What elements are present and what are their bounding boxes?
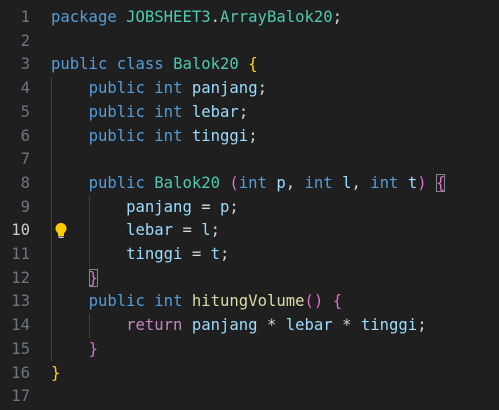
code-text: public int panjang; — [88, 79, 267, 98]
line-number: 13 — [11, 292, 30, 311]
line-number: 2 — [20, 31, 30, 50]
code-line[interactable]: 16} — [0, 362, 499, 386]
indent-guide — [88, 314, 90, 338]
code-line[interactable]: 11 tinggi = t; — [0, 243, 499, 267]
code-line[interactable]: 7 — [0, 148, 499, 172]
code-text: } — [88, 268, 98, 287]
code-line[interactable]: 3 public class Balok20 { — [0, 53, 499, 77]
indent-guide — [51, 77, 52, 362]
line-number: 16 — [11, 363, 30, 382]
code-text: package JOBSHEET3.ArrayBalok20; — [51, 8, 343, 26]
line-number: 11 — [11, 245, 30, 263]
code-text: } — [88, 339, 98, 358]
code-line[interactable]: 8 public Balok20 (int p, int l, int t) { — [0, 172, 499, 196]
line-number: 12 — [11, 268, 30, 287]
code-line[interactable]: 1 package JOBSHEET3.ArrayBalok20; — [0, 6, 499, 30]
code-line[interactable]: 10 lebar = l; — [0, 219, 499, 243]
code-text: public int lebar; — [88, 102, 249, 121]
lightbulb-icon[interactable] — [54, 222, 68, 240]
line-number: 17 — [11, 387, 30, 406]
code-line[interactable]: 12 } — [0, 267, 499, 291]
code-line[interactable]: 6 public int tinggi; — [0, 125, 499, 149]
line-number: 6 — [20, 126, 30, 145]
code-text: public Balok20 (int p, int l, int t) { — [88, 173, 446, 192]
code-line[interactable]: 17 — [0, 385, 499, 409]
line-number: 5 — [20, 102, 30, 121]
code-text: return panjang * lebar * tinggi; — [126, 316, 427, 335]
line-number: 1 — [20, 8, 30, 26]
code-text: lebar = l; — [126, 221, 221, 240]
code-line[interactable]: 9 panjang = p; — [0, 196, 499, 220]
line-number: 7 — [20, 150, 30, 169]
line-number: 3 — [20, 55, 30, 74]
indent-guide — [88, 195, 90, 267]
code-line[interactable]: 14 return panjang * lebar * tinggi; — [0, 314, 499, 338]
code-text: } — [51, 363, 61, 382]
code-text: public int tinggi; — [88, 126, 258, 145]
code-text: public int hitungVolume() { — [88, 292, 343, 311]
line-number: 10 — [11, 221, 30, 240]
code-text: tinggi = t; — [126, 245, 230, 263]
code-line[interactable]: 2 — [0, 30, 499, 54]
code-text: panjang = p; — [126, 197, 239, 216]
code-line[interactable]: 13 public int hitungVolume() { — [0, 290, 499, 314]
code-editor[interactable]: 1 package JOBSHEET3.ArrayBalok20; 2 3 public… — [0, 0, 499, 410]
line-number: 15 — [11, 339, 30, 358]
line-number: 14 — [11, 316, 30, 335]
line-number: 4 — [20, 79, 30, 98]
code-line[interactable]: 15 } — [0, 338, 499, 362]
line-number: 8 — [20, 173, 30, 192]
code-text: public class Balok20 { — [51, 55, 258, 74]
line-number: 9 — [20, 197, 30, 216]
code-line[interactable]: 5 public int lebar; — [0, 101, 499, 125]
code-line[interactable]: 4 public int panjang; — [0, 77, 499, 101]
